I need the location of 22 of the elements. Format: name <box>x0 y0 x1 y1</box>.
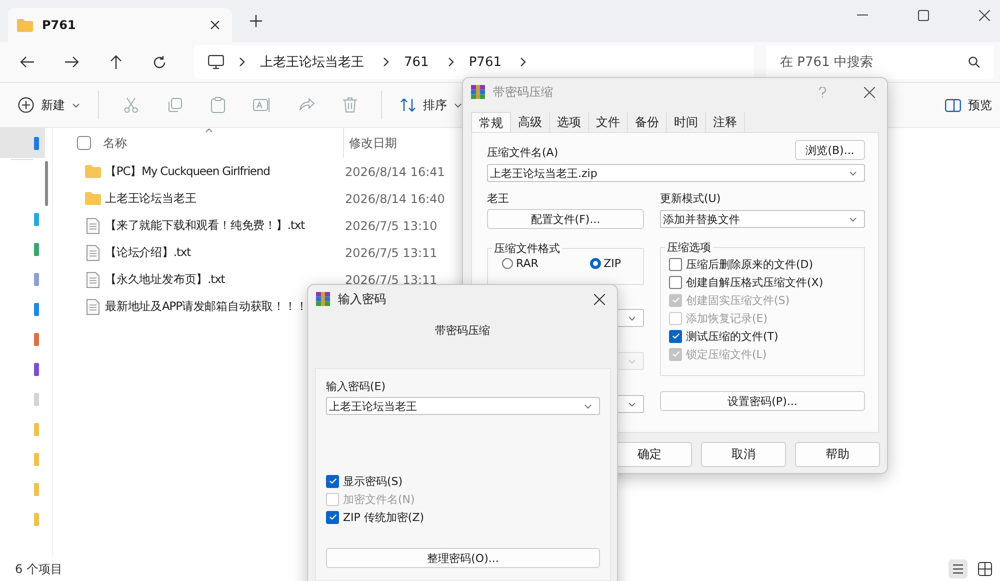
modified-date: 2026/7/5 13:11 <box>345 272 438 286</box>
field-label: 更新模式(U) <box>660 191 722 206</box>
file-name: 【来了就能下载和观看！纯免费！】.txt <box>105 218 304 232</box>
modified-date: 2026/8/14 16:41 <box>345 164 445 178</box>
file-name: 【论坛介绍】.txt <box>105 245 190 259</box>
dialog-subtitle: 带密码压缩 <box>434 323 491 338</box>
tab-title: P761 <box>42 18 77 32</box>
field-label: 压缩文件名(A) <box>487 145 558 160</box>
modified-date: 2026/7/5 13:11 <box>345 246 438 260</box>
file-name: 【永久地址发布页】.txt <box>105 272 225 286</box>
group-title: 压缩选项 <box>666 240 712 255</box>
modified-date: 2026/8/14 16:40 <box>345 192 445 206</box>
file-name: 【PC】My Cuckqueen Girlfriend <box>105 164 270 178</box>
field-label: 输入密码(E) <box>326 379 387 394</box>
group-title: 压缩文件格式 <box>493 241 561 256</box>
file-name: 最新地址及APP请发邮箱自动获取！！！ <box>105 299 308 313</box>
dialog-title: 带密码压缩 <box>493 84 553 100</box>
modified-date: 2026/7/5 13:10 <box>345 218 438 232</box>
field-label: 老王 <box>487 191 510 206</box>
item-count: 6 个项目 <box>15 560 62 578</box>
file-name: 上老王论坛当老王 <box>105 191 196 205</box>
dialog-title: 输入密码 <box>338 290 386 308</box>
